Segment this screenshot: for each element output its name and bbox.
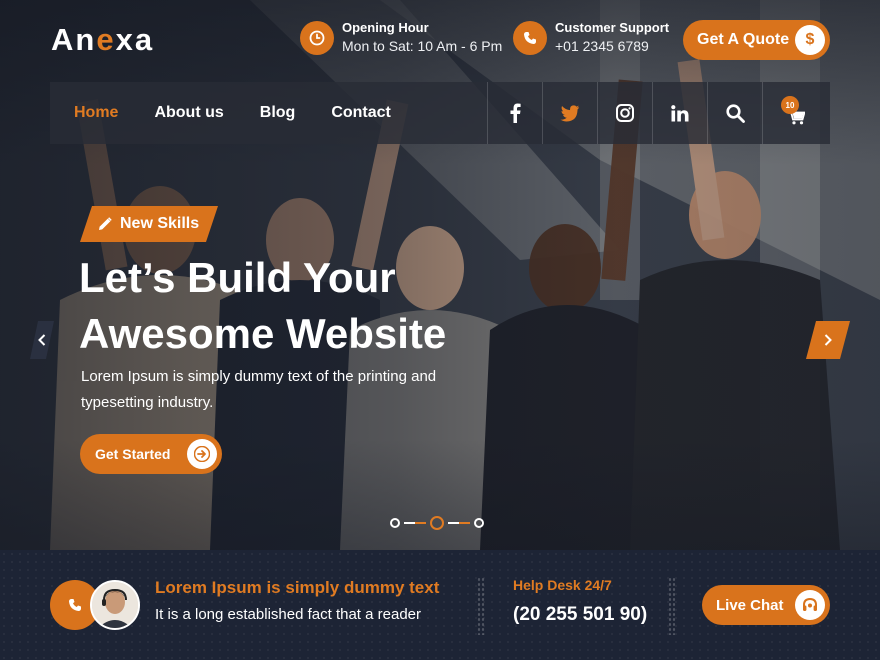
linkedin-icon[interactable]: [652, 82, 707, 144]
slider-dot-connector: [448, 522, 470, 524]
support-agent-avatar: [90, 580, 140, 630]
headset-icon: [795, 590, 825, 620]
arrow-right-icon: [187, 439, 217, 469]
get-a-quote-button[interactable]: Get A Quote $: [683, 20, 830, 60]
hero-headline-line2: Awesome Website: [79, 310, 447, 357]
slider-dot-3[interactable]: [474, 518, 484, 528]
logo-text-accent: e: [96, 22, 116, 57]
slider-dot-2[interactable]: [430, 516, 444, 530]
contact-strip-text: It is a long established fact that a rea…: [155, 606, 421, 623]
instagram-icon[interactable]: [597, 82, 652, 144]
dollar-icon: $: [795, 25, 825, 55]
cart-count-badge: 10: [781, 96, 799, 114]
new-skills-tag: New Skills: [80, 206, 218, 242]
hero-headline: Let’s Build Your Awesome Website: [79, 250, 446, 362]
slider-dot-connector: [404, 522, 426, 524]
main-navigation: Home About us Blog Contact 10: [50, 82, 830, 144]
dotted-divider: [477, 577, 485, 635]
slider-pagination: [390, 515, 484, 531]
customer-support-title: Customer Support: [555, 20, 670, 35]
get-started-label: Get Started: [95, 446, 171, 462]
contact-strip-title: Lorem Ipsum is simply dummy text: [155, 578, 440, 597]
opening-hour-title: Opening Hour: [342, 20, 429, 35]
pencil-icon: [98, 217, 112, 231]
hero-headline-line1: Let’s Build Your: [79, 254, 396, 301]
facebook-icon[interactable]: [487, 82, 542, 144]
customer-support-phone[interactable]: +01 2345 6789: [555, 36, 669, 56]
opening-hour-info: Opening Hour Mon to Sat: 10 Am - 6 Pm: [300, 20, 502, 56]
cart-icon[interactable]: 10: [762, 82, 829, 144]
nav-icon-group: 10: [487, 82, 829, 144]
twitter-icon[interactable]: [542, 82, 597, 144]
nav-link-home[interactable]: Home: [74, 104, 118, 122]
search-icon[interactable]: [707, 82, 762, 144]
nav-link-blog[interactable]: Blog: [260, 104, 296, 122]
chevron-left-icon: [38, 334, 46, 346]
get-a-quote-label: Get A Quote: [697, 31, 790, 48]
nav-links: Home About us Blog Contact: [74, 82, 427, 144]
help-desk-number[interactable]: (20 255 501 90): [513, 604, 647, 626]
phone-icon: [513, 21, 547, 55]
contact-strip: Lorem Ipsum is simply dummy text It is a…: [0, 550, 880, 660]
clock-icon: [300, 21, 334, 55]
site-logo[interactable]: Anexa: [51, 22, 154, 58]
logo-text-start: An: [51, 22, 97, 57]
new-skills-label: New Skills: [120, 215, 200, 232]
opening-hour-value: Mon to Sat: 10 Am - 6 Pm: [342, 38, 503, 54]
live-chat-label: Live Chat: [716, 596, 784, 614]
hero-subtitle: Lorem Ipsum is simply dummy text of the …: [81, 368, 437, 411]
get-started-button[interactable]: Get Started: [80, 434, 222, 474]
live-chat-button[interactable]: Live Chat: [702, 585, 830, 625]
chevron-right-icon: [824, 334, 832, 346]
nav-link-about-us[interactable]: About us: [154, 104, 223, 122]
nav-link-contact[interactable]: Contact: [331, 104, 391, 122]
slider-dot-1[interactable]: [390, 518, 400, 528]
dotted-divider: [668, 577, 676, 635]
customer-support-info: Customer Support +01 2345 6789: [513, 20, 669, 56]
logo-text-end: xa: [115, 22, 155, 57]
help-desk-label: Help Desk 24/7: [513, 577, 612, 593]
